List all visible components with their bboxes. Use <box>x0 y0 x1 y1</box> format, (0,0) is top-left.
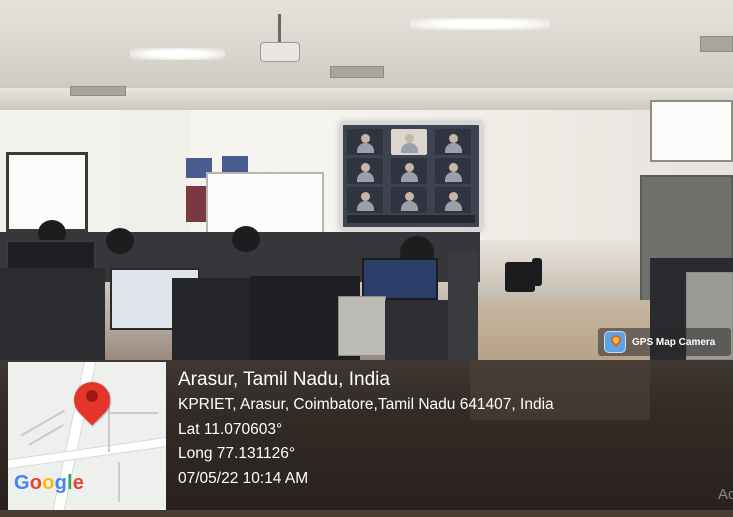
latitude-readout: Lat 11.070603° <box>178 420 283 438</box>
student <box>106 228 134 254</box>
cpu-tower <box>0 268 105 360</box>
air-vent <box>70 86 126 96</box>
projector <box>260 42 300 62</box>
timestamp: 07/05/22 10:14 AM <box>178 469 309 487</box>
projection-screen <box>340 122 482 230</box>
location-details: Arasur, Tamil Nadu, India KPRIET, Arasur… <box>178 370 554 495</box>
chair <box>505 262 535 292</box>
monitor <box>362 258 438 300</box>
gps-badge-label: GPS Map Camera <box>632 336 716 348</box>
chair <box>532 258 542 286</box>
location-title: Arasur, Tamil Nadu, India <box>178 369 390 390</box>
ceiling-light <box>130 48 225 60</box>
location-pin-dot <box>86 390 98 402</box>
map-road <box>108 412 158 414</box>
monitor <box>6 240 96 270</box>
gps-map-camera-badge: GPS Map Camera <box>598 328 731 356</box>
gps-map-camera-icon <box>604 331 626 353</box>
right-window <box>650 100 733 162</box>
watermark-text: Ac <box>718 486 733 503</box>
air-vent <box>330 66 384 78</box>
pillar <box>120 110 190 240</box>
map-thumbnail[interactable]: Google <box>8 362 166 510</box>
air-vent <box>700 36 733 52</box>
cpu-tower <box>448 250 478 360</box>
student <box>232 226 260 252</box>
desk-partition <box>338 296 386 356</box>
google-logo: Google <box>14 472 85 494</box>
map-road <box>118 462 120 502</box>
whiteboard <box>206 172 324 238</box>
map-road <box>20 409 66 437</box>
location-address: KPRIET, Arasur, Coimbatore,Tamil Nadu 64… <box>178 396 554 413</box>
desk <box>385 300 450 360</box>
longitude-readout: Long 77.131126° <box>178 445 296 462</box>
projector-mount <box>278 14 281 44</box>
cpu-tower <box>172 278 250 360</box>
ceiling-light <box>410 18 550 30</box>
